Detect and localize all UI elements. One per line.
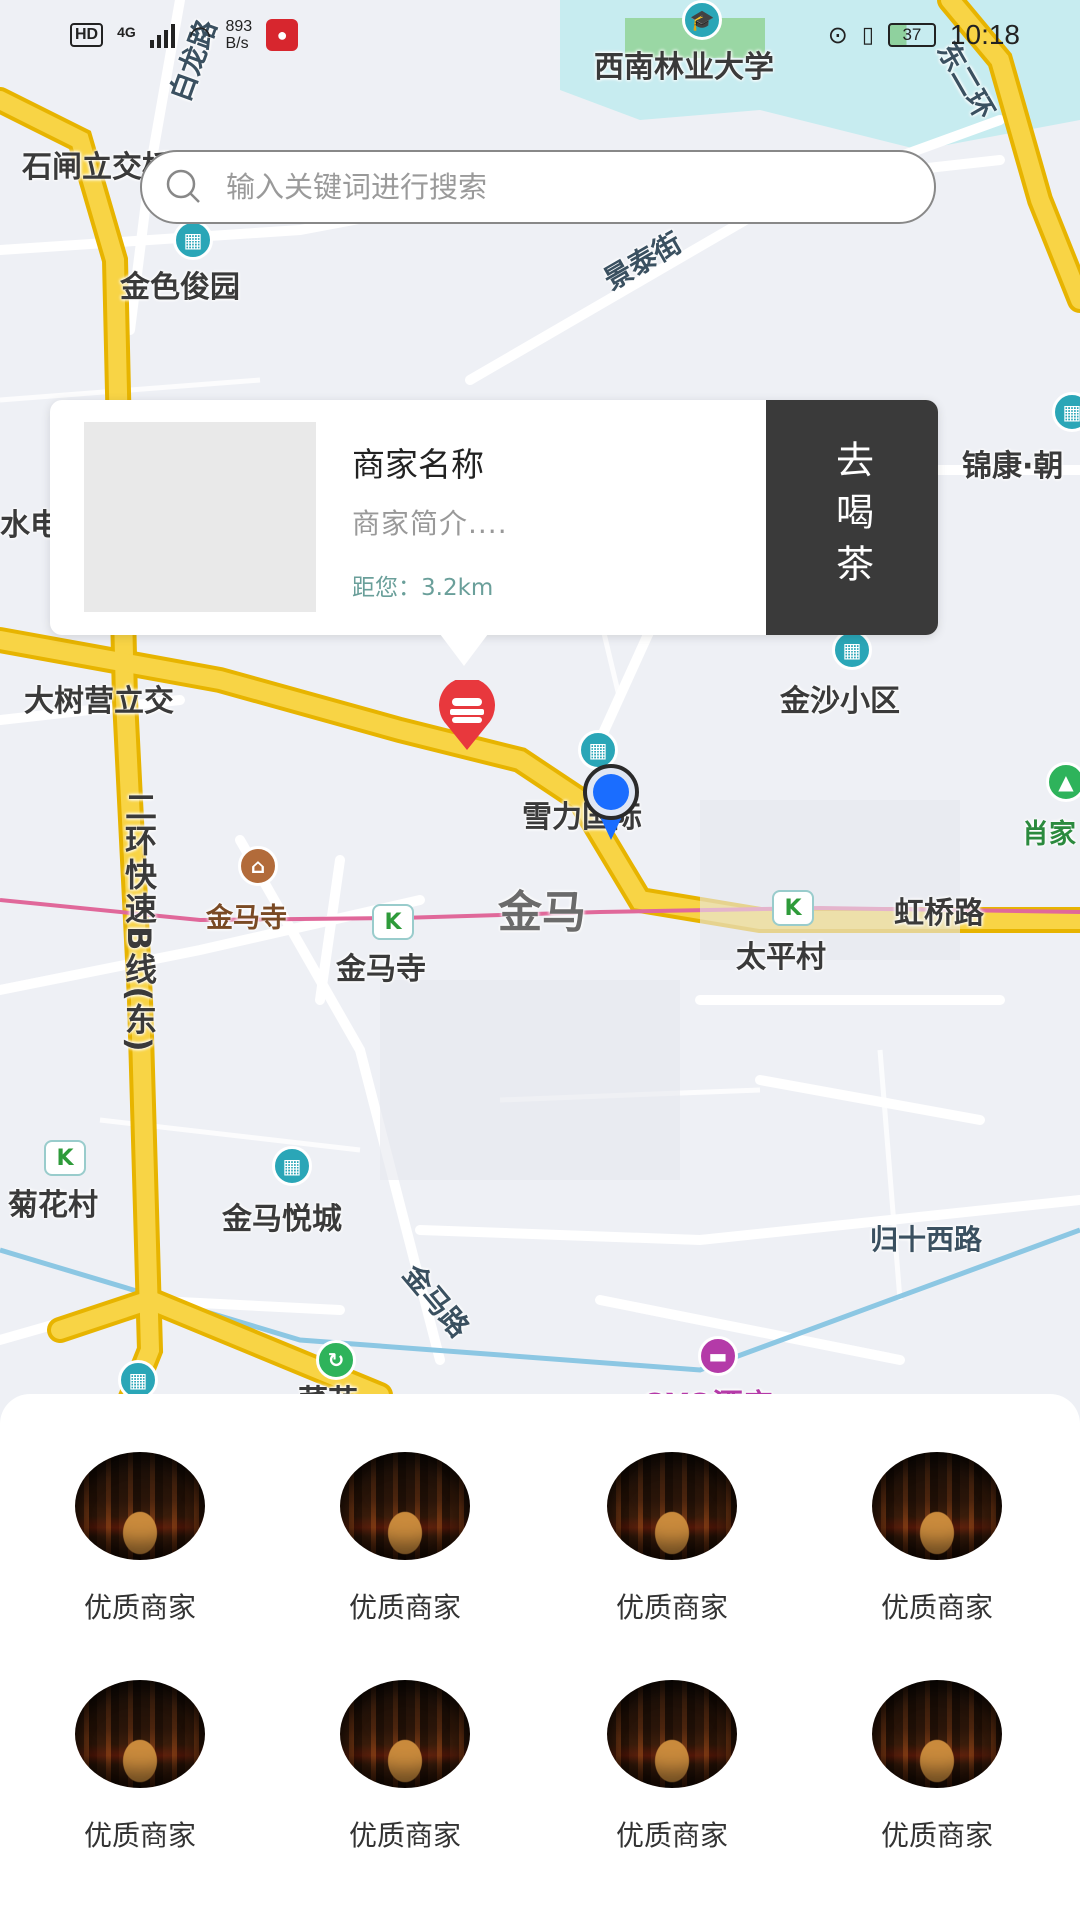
map-label-juhua: 菊花村 (8, 1188, 98, 1223)
card-pointer (440, 634, 488, 666)
status-left: HD 4G ◠ 893 B/s ● (70, 18, 299, 52)
map-label-jinma-area: 金马 (498, 887, 586, 938)
map-label-xiaojia: 肖家 (1022, 819, 1076, 850)
merchant-pin-icon[interactable] (432, 680, 502, 752)
go-drink-tea-button[interactable]: 去喝茶 (766, 400, 938, 635)
merchant-label: 优质商家 (83, 1591, 196, 1624)
metro-station-icon[interactable]: K (44, 1140, 86, 1176)
merchant-name: 商家名称 (352, 445, 484, 484)
wifi-icon: ◠ (188, 19, 212, 50)
merchant-intro: 商家简介.... (352, 507, 508, 540)
metro-station-icon[interactable]: K (372, 904, 414, 940)
merchant-avatar (340, 1680, 470, 1788)
map-label-jinma-yuecheng: 金马悦城 (222, 1202, 342, 1237)
merchant-avatar (872, 1680, 1002, 1788)
merchant-distance: 距您：3.2km (352, 575, 494, 601)
map-label-guishi-west: 归十西路 (870, 1223, 983, 1256)
map-label-jinmasi-metro: 金马寺 (336, 952, 426, 987)
merchant-label: 优质商家 (348, 1819, 461, 1852)
map-label-dashuying: 大树营立交 (24, 684, 174, 719)
merchant-item[interactable]: 优质商家 (320, 1452, 490, 1626)
merchant-label: 优质商家 (83, 1819, 196, 1852)
building-icon[interactable]: ▦ (832, 630, 872, 670)
merchant-item[interactable]: 优质商家 (55, 1680, 225, 1854)
building-icon[interactable]: ▦ (173, 220, 213, 260)
status-right: ⊙ ▯ 37 10:18 (828, 19, 1020, 51)
merchant-avatar (75, 1680, 205, 1788)
search-icon (166, 169, 200, 203)
merchant-avatar (607, 1452, 737, 1560)
merchant-thumbnail (84, 422, 316, 612)
map-label-taiping: 太平村 (736, 940, 826, 975)
merchant-label: 优质商家 (880, 1819, 993, 1852)
building-icon[interactable]: ▦ (272, 1146, 312, 1186)
merchant-label: 优质商家 (615, 1819, 728, 1852)
merchant-item[interactable]: 优质商家 (587, 1452, 757, 1626)
mountain-icon[interactable]: ▲ (1046, 762, 1080, 802)
search-bar[interactable] (140, 150, 936, 224)
speed-value: 893 (225, 18, 253, 35)
merchant-label: 优质商家 (615, 1591, 728, 1624)
merchant-avatar (607, 1680, 737, 1788)
merchant-avatar (75, 1452, 205, 1560)
map-label-jinsha: 金沙小区 (780, 684, 900, 719)
map-label-jinse: 金色俊园 (120, 270, 240, 305)
temple-icon[interactable]: ⌂ (238, 846, 278, 886)
merchant-panel: 优质商家 优质商家 优质商家 优质商家 优质商家 优质商家 优质商家 优质商家 (0, 1394, 1080, 1920)
vibrate-icon: ▯ (861, 22, 874, 47)
merchant-avatar (340, 1452, 470, 1560)
signal-icon (149, 22, 175, 48)
network-type: 4G (117, 24, 136, 40)
merchant-label: 优质商家 (348, 1591, 461, 1624)
map-label-jinkang: 锦康·朝 (962, 449, 1064, 484)
merchant-item[interactable]: 优质商家 (320, 1680, 490, 1854)
merchant-label: 优质商家 (880, 1591, 993, 1624)
battery-icon: 37 (887, 23, 936, 47)
location-icon: ⊙ (827, 21, 848, 49)
microphone-icon: ● (266, 19, 299, 51)
clock: 10:18 (949, 19, 1020, 50)
recycle-icon[interactable]: ↻ (316, 1340, 356, 1380)
current-location-icon (583, 764, 639, 840)
merchant-info-card[interactable]: 商家名称 商家简介.... 距您：3.2km 去喝茶 (50, 400, 938, 635)
merchant-avatar (872, 1452, 1002, 1560)
merchant-item[interactable]: 优质商家 (55, 1452, 225, 1626)
speed-unit: B/s (225, 35, 249, 52)
map-label-ring-b: 二环快速B线(东) (120, 790, 158, 1054)
merchant-item[interactable]: 优质商家 (852, 1680, 1022, 1854)
merchant-item[interactable]: 优质商家 (587, 1680, 757, 1854)
hd-icon: HD (70, 23, 104, 47)
merchant-item[interactable]: 优质商家 (852, 1452, 1022, 1626)
status-bar: HD 4G ◠ 893 B/s ● ⊙ ▯ 37 10:18 (0, 0, 1080, 70)
metro-station-icon[interactable]: K (772, 890, 814, 926)
network-speed: 893 B/s (225, 18, 252, 52)
search-input[interactable] (224, 169, 868, 205)
map-label-hongqiao: 虹桥路 (894, 896, 984, 931)
map-label-jinmasi-poi: 金马寺 (206, 903, 287, 934)
hotel-bed-icon[interactable]: ▬ (698, 1336, 738, 1376)
